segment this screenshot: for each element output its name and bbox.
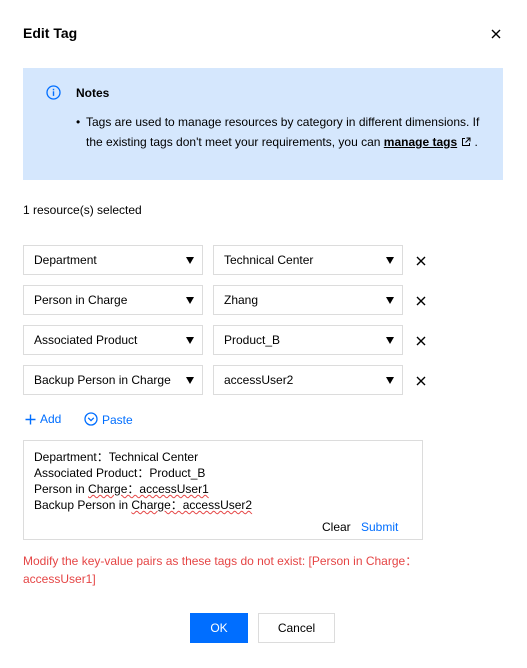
plus-icon [25, 414, 36, 425]
remove-row-icon[interactable] [415, 334, 427, 346]
tag-key-value: Department [34, 253, 97, 267]
tag-key-select[interactable]: Associated Product [23, 325, 203, 355]
caret-down-icon [386, 377, 394, 384]
error-message: Modify the key-value pairs as these tags… [23, 554, 418, 586]
remove-row-icon[interactable] [415, 254, 427, 266]
paste-line: Associated Product：Product_B [34, 466, 206, 480]
dialog-title: Edit Tag [23, 25, 78, 41]
tag-key-value: Person in Charge [34, 293, 128, 307]
tag-value-value: accessUser2 [224, 373, 294, 387]
paste-textarea[interactable]: Department：Technical Center Associated P… [23, 440, 423, 540]
paste-text: Department：Technical Center Associated P… [34, 449, 252, 513]
remove-row-icon[interactable] [415, 294, 427, 306]
paste-line: Backup Person in Charge：accessUser2 [34, 498, 253, 512]
tag-key-value: Associated Product [34, 333, 138, 347]
external-link-icon[interactable] [461, 133, 471, 153]
submit-button[interactable]: Submit [361, 520, 398, 534]
add-label: Add [40, 412, 62, 426]
paste-label: Paste [102, 413, 133, 427]
cancel-button[interactable]: Cancel [258, 613, 335, 643]
remove-row-icon[interactable] [415, 374, 427, 386]
add-tag-button[interactable]: Add [25, 412, 61, 426]
tag-value-value: Zhang [224, 293, 259, 307]
misspelled-text: Charge：accessUser2 [131, 498, 253, 512]
caret-down-icon [186, 337, 194, 344]
tag-value-value: Technical Center [224, 253, 314, 267]
caret-down-icon [186, 257, 194, 264]
caret-down-icon [386, 297, 394, 304]
tag-value-select[interactable]: accessUser2 [213, 365, 403, 395]
tag-key-select[interactable]: Backup Person in Charge [23, 365, 203, 395]
paste-line: Department：Technical Center [34, 450, 199, 464]
caret-down-icon [186, 377, 194, 384]
tag-value-select[interactable]: Zhang [213, 285, 403, 315]
manage-tags-link[interactable]: manage tags [384, 135, 457, 149]
selected-count: 1 resource(s) selected [23, 203, 142, 217]
bullet-dot: • [76, 115, 81, 129]
notes-text: Tags are used to manage resources by cat… [86, 112, 481, 153]
tag-value-value: Product_B [224, 333, 281, 347]
caret-down-icon [386, 257, 394, 264]
paste-line: Person in Charge：accessUser1 [34, 482, 209, 496]
notes-panel: Notes • Tags are used to manage resource… [23, 68, 503, 180]
clear-button[interactable]: Clear [322, 520, 351, 534]
misspelled-text: Charge：accessUser1 [88, 482, 209, 496]
tag-key-select[interactable]: Department [23, 245, 203, 275]
tag-value-select[interactable]: Technical Center [213, 245, 403, 275]
tag-value-select[interactable]: Product_B [213, 325, 403, 355]
tag-key-value: Backup Person in Charge [34, 373, 171, 387]
notes-title: Notes [76, 86, 110, 100]
notes-text-after-link: . [471, 135, 478, 149]
caret-down-icon [186, 297, 194, 304]
caret-down-icon [386, 337, 394, 344]
ok-button[interactable]: OK [190, 613, 248, 643]
paste-button[interactable]: Paste [84, 412, 133, 427]
tag-key-select[interactable]: Person in Charge [23, 285, 203, 315]
info-icon [46, 85, 61, 100]
close-icon[interactable] [489, 27, 503, 41]
chevron-down-circle-icon [84, 412, 98, 426]
